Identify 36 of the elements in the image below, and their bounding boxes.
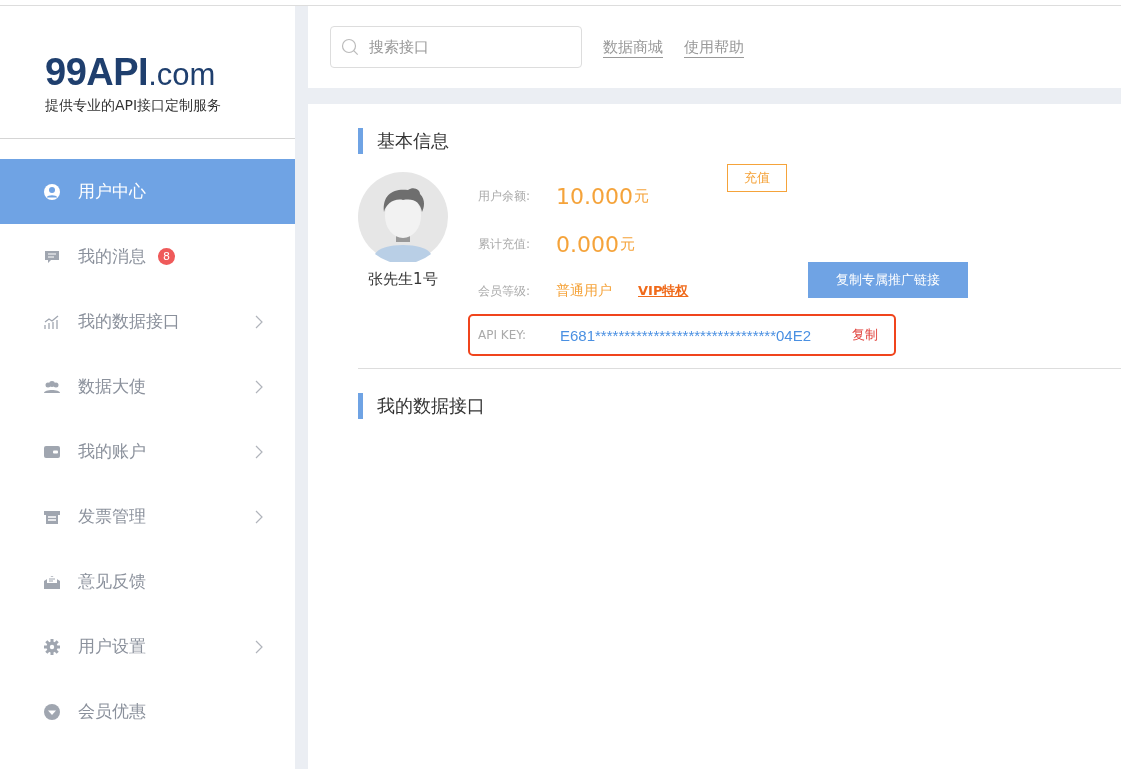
section-title: 我的数据接口 <box>358 393 1121 419</box>
header-link[interactable]: 数据商城 <box>603 37 663 57</box>
search-icon <box>341 38 359 56</box>
sidebar-item[interactable]: 用户设置 <box>0 614 295 679</box>
sidebar-item[interactable]: 我的账户 <box>0 419 295 484</box>
field-label: 用户余额: <box>478 187 532 205</box>
search-field[interactable]: 搜索接口 <box>330 26 582 68</box>
header-link[interactable]: 使用帮助 <box>684 37 744 57</box>
field-label: API KEY: <box>478 328 528 342</box>
field-label: 会员等级: <box>478 282 532 300</box>
user-icon <box>43 182 61 201</box>
section-title: 基本信息 <box>358 128 1121 154</box>
copy-referral-link-button[interactable]: 复制专属推广链接 <box>808 262 969 298</box>
balance-amount: 10.000 <box>556 183 633 209</box>
vip-link[interactable]: VIP特权 <box>638 282 689 300</box>
total-recharge-amount: 0.000 <box>556 231 619 257</box>
api-key-value: E681*******************************04E2 <box>560 326 812 344</box>
currency-unit: 元 <box>620 234 635 254</box>
recharge-button[interactable]: 充值 <box>727 164 787 192</box>
logo-tagline: 提供专业的API接口定制服务 <box>45 97 223 115</box>
sidebar-item[interactable]: 数据大使 <box>0 354 295 419</box>
currency-unit: 元 <box>634 186 649 206</box>
membership-level: 普通用户 <box>556 282 612 300</box>
logo-text: 99API <box>45 51 149 93</box>
unread-count-badge: 8 <box>158 248 175 265</box>
field-label: 累计充值: <box>478 235 532 253</box>
sidebar-item[interactable]: 会员优惠 <box>0 679 295 744</box>
sidebar-item[interactable]: 发票管理 <box>0 484 295 549</box>
sidebar-item[interactable]: 我的消息 8 <box>0 224 295 289</box>
logo-domain: .com <box>148 57 216 92</box>
sidebar-item[interactable]: 意见反馈 <box>0 549 295 614</box>
sidebar-item[interactable]: 用户中心 <box>0 159 295 224</box>
username: 张先生1号 <box>367 270 438 289</box>
settings-icon <box>43 637 61 656</box>
copy-link[interactable]: 复制 <box>852 326 878 344</box>
sidebar-item[interactable]: 我的数据接口 <box>0 289 295 354</box>
